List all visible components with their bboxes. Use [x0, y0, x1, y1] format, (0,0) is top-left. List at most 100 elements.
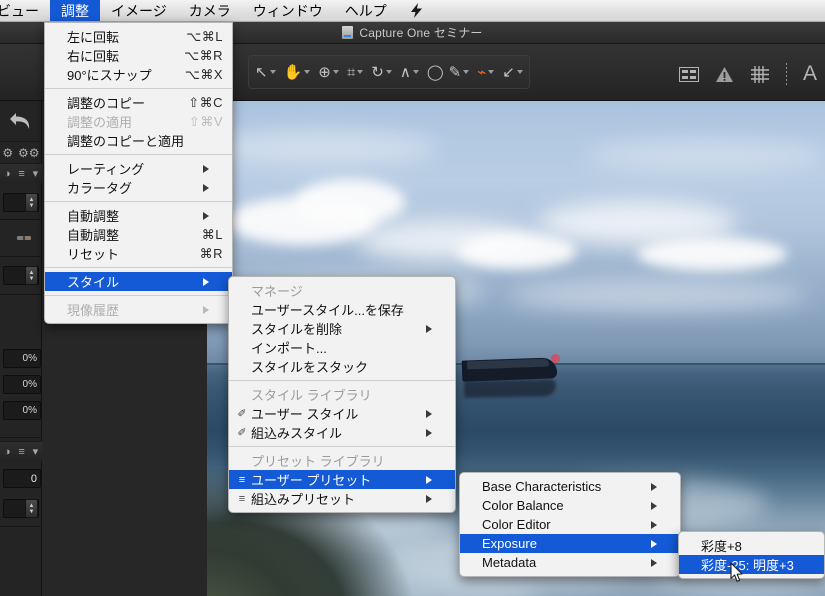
menu-item-builtin-presets[interactable]: ≡ 組込みプリセット — [229, 489, 455, 508]
menu-item-preset-saturation-plus8[interactable]: 彩度+8 — [679, 536, 824, 555]
chevron-down-icon[interactable]: ▾ — [33, 167, 39, 180]
sidebar-stepper-2[interactable]: ▲ ▼ — [25, 266, 38, 285]
menu-item-metadata[interactable]: Metadata — [460, 553, 680, 572]
menubar-label: 調整 — [61, 2, 89, 19]
chevron-down-icon[interactable] — [488, 70, 495, 74]
menubar-label: ヘルプ — [344, 2, 387, 19]
sidebar-percent-field-2[interactable]: 0% — [3, 375, 41, 394]
hamburger-icon[interactable]: ≡ — [18, 168, 24, 180]
menu-item-save-user-style[interactable]: ユーザースタイル...を保存 — [229, 300, 455, 319]
chevron-down-icon[interactable] — [357, 70, 364, 74]
brush-tool[interactable]: ✎ — [445, 57, 474, 87]
menu-adjust[interactable]: 左に回転 ⌥⌘L 右に回転 ⌥⌘R 90°にスナップ ⌥⌘X 調整のコピー ⇧⌘C 調整… — [44, 22, 233, 324]
menu-item-snap-90[interactable]: 90°にスナップ ⌥⌘X — [45, 65, 232, 84]
select-arrow-tool[interactable]: ↖ — [251, 57, 280, 87]
menubar-item-adjust[interactable]: 調整 — [50, 0, 100, 21]
pan-hand-tool[interactable]: ✋ — [280, 57, 315, 87]
undo-arrow-icon[interactable] — [0, 101, 42, 141]
sidebar-stepper-1[interactable]: ▲ ▼ — [25, 193, 38, 212]
gears-icon[interactable]: ⚙⚙ — [18, 146, 40, 160]
menubar-item-window[interactable]: ウィンドウ — [242, 0, 334, 21]
menu-header-preset-library: プリセット ライブラリ — [251, 454, 385, 469]
straighten-tool[interactable]: ∧ — [396, 57, 423, 87]
stepper-down-icon[interactable]: ▼ — [29, 203, 35, 209]
sidebar-percent-field-3[interactable]: 0% — [3, 401, 41, 420]
menu-item-rotate-left[interactable]: 左に回転 ⌥⌘L — [45, 27, 232, 46]
gear-icon[interactable]: ⚙ — [2, 146, 13, 160]
chevron-down-icon[interactable] — [269, 70, 276, 74]
submenu-arrow-icon — [426, 494, 446, 503]
submenu-arrow-icon — [203, 183, 223, 192]
ellipse-mask-tool[interactable]: ◯ — [423, 57, 445, 87]
submenu-arrow-icon — [203, 164, 223, 173]
menu-item-rotate-right[interactable]: 右に回転 ⌥⌘R — [45, 46, 232, 65]
rotate-tool[interactable]: ↻ — [367, 57, 396, 87]
text-tool-icon[interactable]: A — [803, 62, 817, 86]
menu-item-reset[interactable]: リセット ⌘R — [45, 244, 232, 263]
menu-item-develop-history: 現像履歴 — [45, 300, 232, 319]
submenu-arrow-icon — [651, 520, 671, 529]
menu-header-style-library: スタイル ライブラリ — [251, 388, 372, 403]
menu-item-color-balance[interactable]: Color Balance — [460, 496, 680, 515]
menubar-item-help[interactable]: ヘルプ — [334, 0, 398, 21]
menubar-item-view[interactable]: ビュー — [0, 0, 50, 21]
stepper-down-icon[interactable]: ▼ — [29, 276, 35, 282]
chevron-down-icon[interactable]: ▾ — [33, 445, 39, 458]
menu-exposure-presets[interactable]: 彩度+8 彩度-25: 明度+3 — [678, 531, 825, 579]
chevron-down-icon[interactable] — [412, 70, 419, 74]
chevron-down-icon[interactable] — [516, 70, 523, 74]
eyedropper-tool[interactable]: ⌁ — [473, 57, 498, 87]
menu-user-presets[interactable]: Base Characteristics Color Balance Color… — [459, 472, 681, 577]
warning-triangle-icon[interactable] — [715, 66, 734, 83]
menu-item-style[interactable]: スタイル — [45, 272, 232, 291]
chevron-down-icon[interactable] — [304, 70, 311, 74]
menu-item-stack-styles[interactable]: スタイルをスタック — [229, 357, 455, 376]
menu-item-copy-adjustments[interactable]: 調整のコピー ⇧⌘C — [45, 93, 232, 112]
system-menubar: ビュー 調整 イメージ カメラ ウィンドウ ヘルプ — [0, 0, 825, 22]
menu-item-user-styles[interactable]: ✐ ユーザー スタイル — [229, 404, 455, 423]
menu-item-auto-adjust-submenu[interactable]: 自動調整 — [45, 206, 232, 225]
brush-icon: ✎ — [448, 63, 462, 81]
chevron-down-icon[interactable] — [463, 70, 470, 74]
stepper-down-icon[interactable]: ▼ — [29, 509, 35, 515]
proof-grid-icon[interactable] — [678, 66, 699, 82]
menu-item-color-tag[interactable]: カラータグ — [45, 178, 232, 197]
list-icon: ≡ — [238, 473, 246, 486]
menu-style[interactable]: マネージ ユーザースタイル...を保存 スタイルを削除 インポート... スタイ… — [228, 276, 456, 513]
arrow-in-tool[interactable]: ↙ — [498, 57, 527, 87]
menu-separator — [45, 154, 232, 155]
hamburger-icon[interactable]: ≡ — [18, 446, 24, 458]
boat-reflection — [463, 379, 557, 398]
menu-item-rating[interactable]: レーティング — [45, 159, 232, 178]
chevron-down-icon[interactable] — [385, 70, 392, 74]
menu-separator — [45, 88, 232, 89]
pencil-icon: ✐ — [237, 408, 247, 420]
dot-icon[interactable]: ◑ — [4, 168, 11, 180]
menu-item-copy-and-apply[interactable]: 調整のコピーと適用 — [45, 131, 232, 150]
menu-item-preset-saturation-minus25[interactable]: 彩度-25: 明度+3 — [679, 555, 824, 574]
menu-item-user-presets[interactable]: ≡ ユーザー プリセット — [229, 470, 455, 489]
lightning-bolt-icon[interactable] — [398, 0, 435, 21]
menubar-item-camera[interactable]: カメラ — [178, 0, 242, 21]
menu-item-exposure[interactable]: Exposure — [460, 534, 680, 553]
menubar-item-image[interactable]: イメージ — [100, 0, 178, 21]
menubar-label: イメージ — [111, 2, 167, 19]
sidebar-gear-row: ⚙ ⚙⚙ — [0, 141, 42, 163]
menu-item-base-characteristics[interactable]: Base Characteristics — [460, 477, 680, 496]
zoom-magnifier-tool[interactable]: ⊕ — [314, 57, 343, 87]
menu-item-auto-adjust[interactable]: 自動調整 ⌘L — [45, 225, 232, 244]
sidebar-number-field[interactable]: 0 — [3, 469, 41, 488]
menu-item-import-style[interactable]: インポート... — [229, 338, 455, 357]
sidebar-dash-indicator — [17, 236, 31, 240]
menu-item-delete-style[interactable]: スタイルを削除 — [229, 319, 455, 338]
arrow-in-icon: ↙ — [502, 63, 515, 81]
chevron-down-icon[interactable] — [332, 70, 339, 74]
submenu-arrow-icon — [651, 539, 671, 548]
crop-tool[interactable]: ⌗ — [343, 57, 367, 87]
menu-item-builtin-styles[interactable]: ✐ 組込みスタイル — [229, 423, 455, 442]
menu-item-color-editor[interactable]: Color Editor — [460, 515, 680, 534]
dot-icon[interactable]: ◑ — [4, 446, 11, 458]
sidebar-stepper-3[interactable]: ▲ ▼ — [25, 499, 38, 518]
sidebar-percent-field-1[interactable]: 0% — [3, 349, 41, 368]
grid-overlay-icon[interactable] — [750, 65, 770, 84]
